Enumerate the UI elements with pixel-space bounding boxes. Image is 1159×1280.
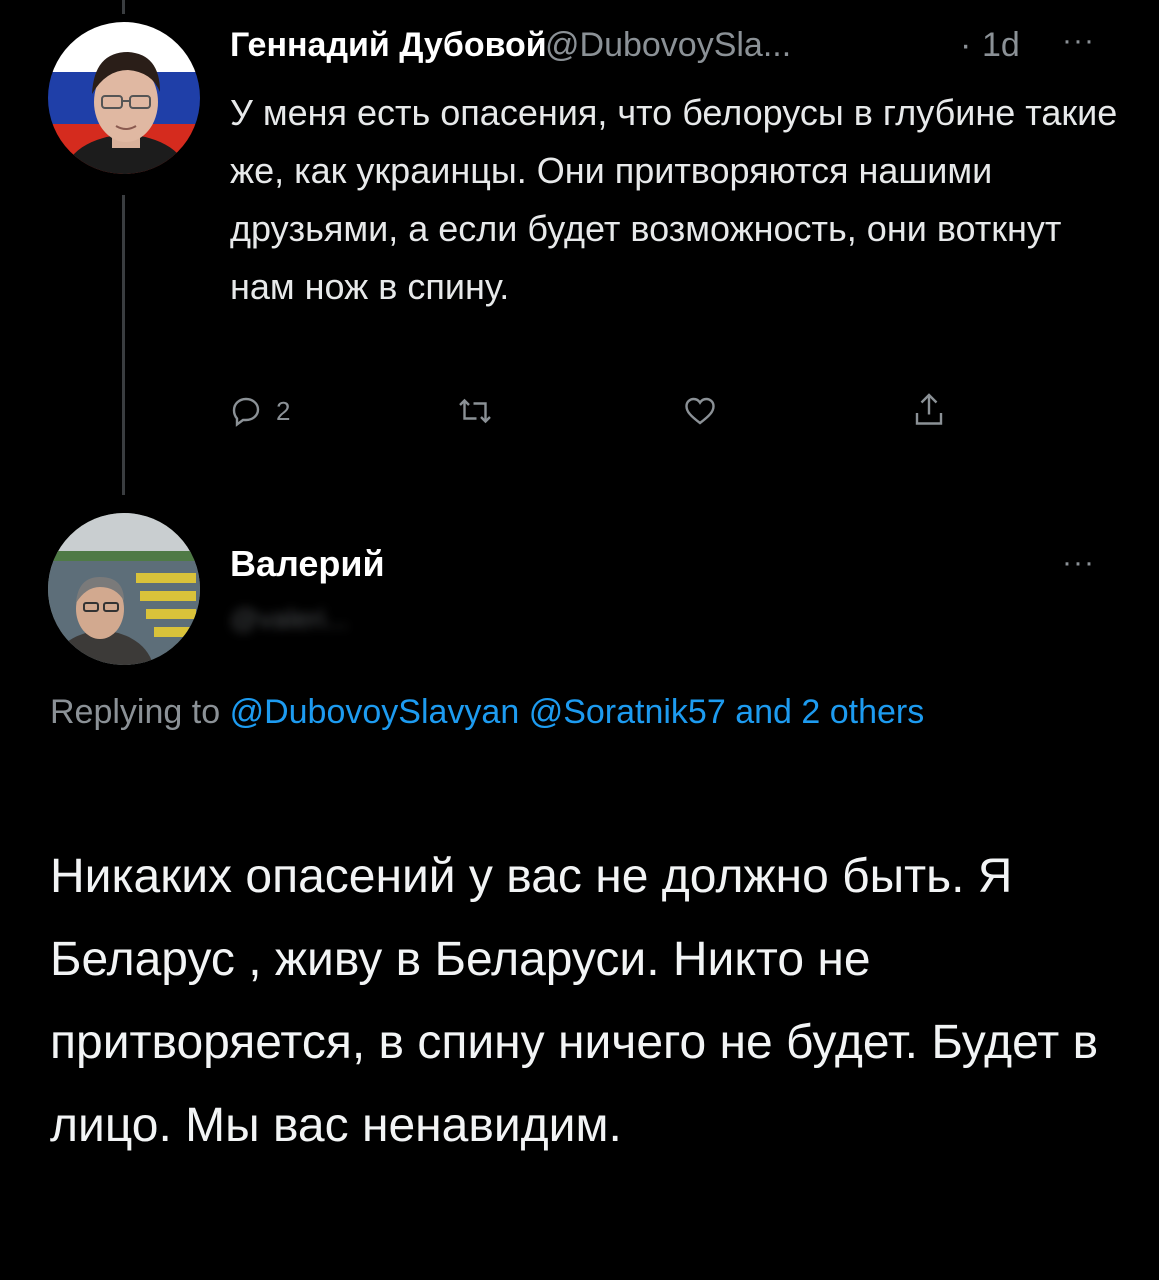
retweet-icon [455,393,495,429]
reply-count: 2 [276,395,291,426]
mention-link[interactable]: @DubovoySlavyan [230,693,520,731]
like-button[interactable] [681,393,719,429]
tweet-text: Никаких опасений у вас не должно быть. Я… [50,850,1099,1152]
mention-link[interactable]: @Soratnik57 [529,693,726,731]
author-handle-obscured[interactable]: @valeri... [230,604,349,634]
author-name[interactable]: Валерий [230,543,385,585]
reply-icon [228,393,264,429]
thread-line-connector [122,195,125,495]
avatar-gennadiy[interactable] [48,22,200,174]
tweet-text: У меня есть опасения, что белорусы в глу… [230,92,1118,307]
share-icon [911,390,947,430]
ellipsis-icon[interactable]: ··· [1062,548,1095,578]
author-handle: @valeri... [230,603,349,634]
heart-icon [681,393,719,429]
share-button[interactable] [911,390,947,430]
author-handle[interactable]: @DubovoySla... [545,25,791,65]
replying-to-prefix: Replying to [50,693,221,731]
others-link[interactable]: and 2 others [735,693,924,731]
replying-to: Replying to @DubovoySlavyan @Soratnik57 … [50,690,1070,734]
meta-separator: · [960,26,972,64]
tweet-time[interactable]: 1d [982,25,1020,65]
reply-button[interactable]: 2 [228,393,290,429]
thread-line-top [122,0,125,14]
retweet-button[interactable] [455,393,495,429]
avatar-valeriy[interactable] [48,513,200,665]
ellipsis-icon[interactable]: ··· [1062,26,1095,56]
author-name[interactable]: Геннадий Дубовой [230,25,547,65]
